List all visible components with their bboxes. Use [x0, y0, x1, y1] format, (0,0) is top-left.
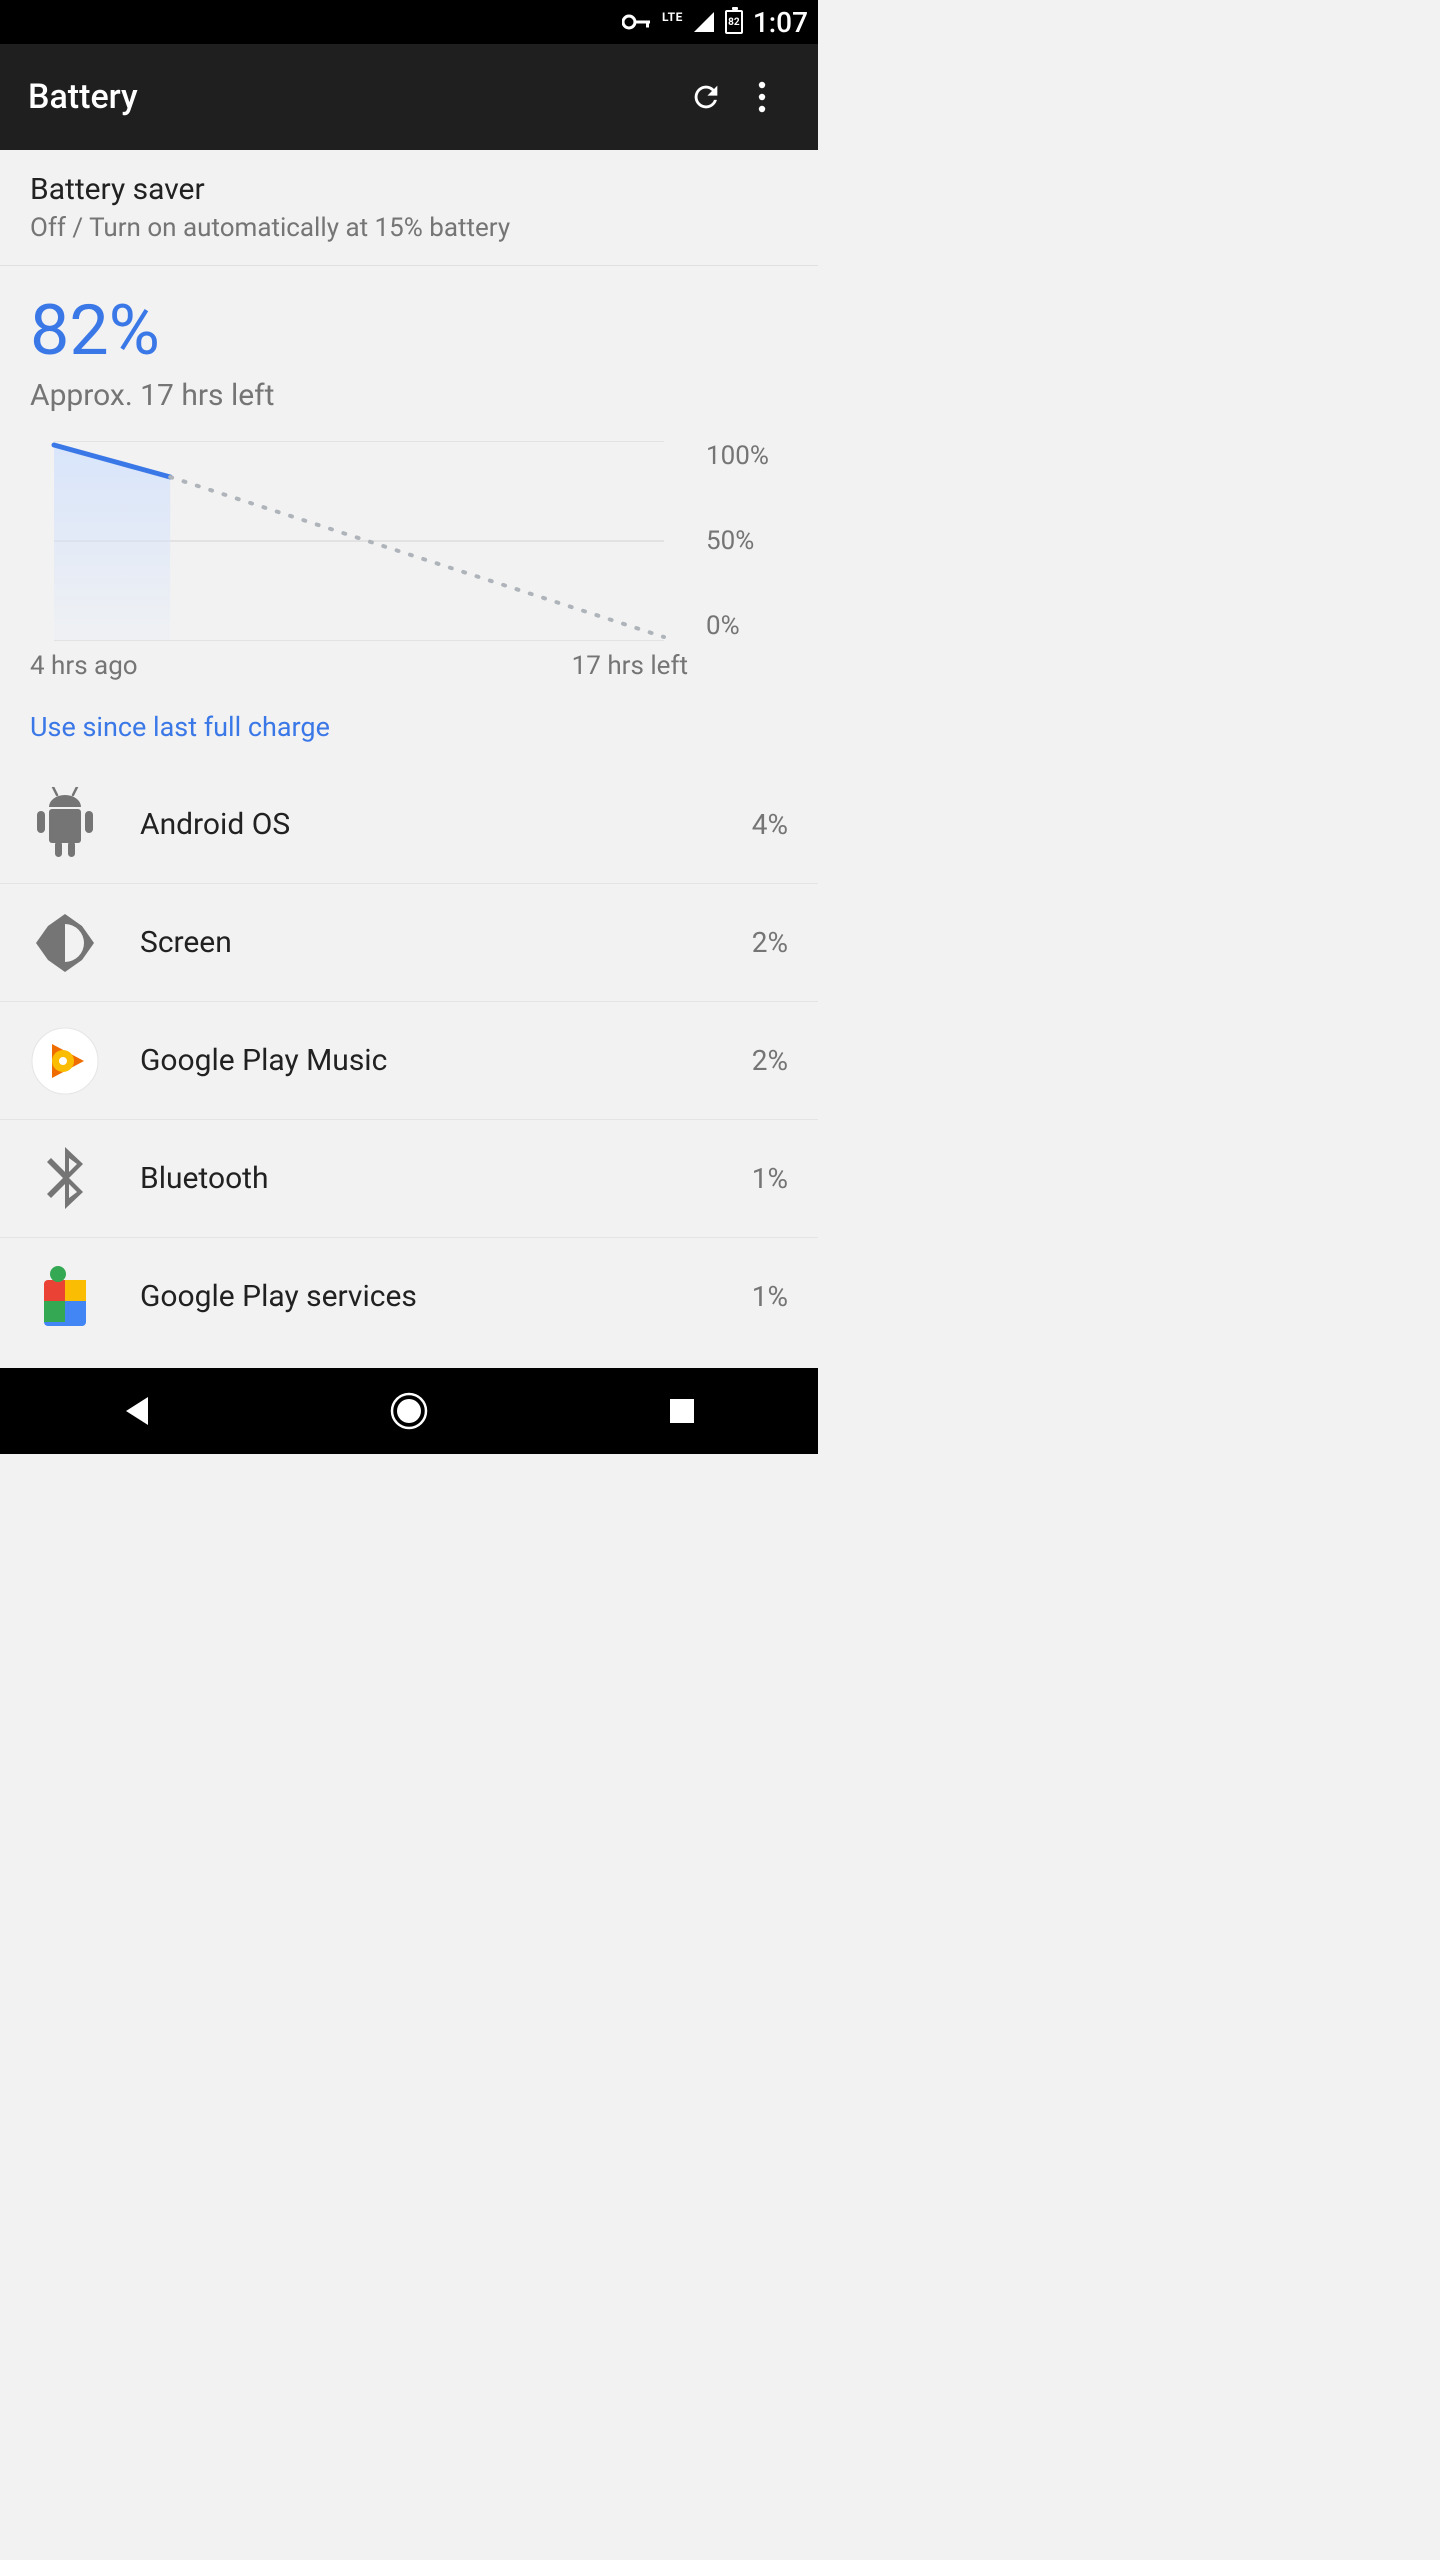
usage-item-label: Bluetooth [140, 1161, 752, 1196]
usage-item-pct: 4% [752, 808, 788, 841]
battery-saver-row[interactable]: Battery saver Off / Turn on automaticall… [0, 150, 818, 266]
play-music-icon [30, 1026, 100, 1096]
usage-item-play-services[interactable]: Google Play services1% [0, 1237, 818, 1355]
nav-recents-button[interactable] [622, 1381, 742, 1441]
network-type-label: LTE [662, 10, 683, 24]
page-title: Battery [28, 77, 678, 117]
home-circle-icon [389, 1391, 429, 1431]
overflow-menu-button[interactable] [734, 69, 790, 125]
battery-summary: 82% Approx. 17 hrs left [0, 266, 818, 423]
usage-section-header: Use since last full charge [0, 681, 818, 765]
more-vert-icon [758, 80, 766, 114]
usage-item-bluetooth[interactable]: Bluetooth1% [0, 1119, 818, 1237]
nav-home-button[interactable] [349, 1381, 469, 1441]
status-bar: LTE 82 1:07 [0, 0, 818, 44]
usage-list: Android OS4%Screen2%Google Play Music2%B… [0, 765, 818, 1355]
chart-y-labels: 100% 50% 0% [688, 441, 788, 641]
clock: 1:07 [753, 6, 808, 39]
usage-item-pct: 2% [752, 926, 788, 959]
usage-item-label: Screen [140, 925, 752, 960]
usage-item-android[interactable]: Android OS4% [0, 765, 818, 883]
app-bar: Battery [0, 44, 818, 150]
back-triangle-icon [122, 1395, 150, 1427]
usage-item-label: Google Play Music [140, 1043, 752, 1078]
vpn-key-icon [622, 14, 652, 30]
chart-xlabel-end: 17 hrs left [572, 651, 688, 681]
usage-item-label: Android OS [140, 807, 752, 842]
chart-ylabel-100: 100% [706, 441, 788, 471]
usage-item-pct: 1% [752, 1280, 788, 1313]
battery-icon-pct: 82 [728, 17, 739, 28]
battery-estimate: Approx. 17 hrs left [30, 378, 788, 413]
chart-ylabel-50: 50% [706, 526, 788, 556]
refresh-button[interactable] [678, 69, 734, 125]
chart-x-labels: 4 hrs ago 17 hrs left [30, 651, 788, 681]
brightness-icon [30, 908, 100, 978]
battery-icon: 82 [725, 10, 743, 34]
play-services-icon [30, 1262, 100, 1332]
usage-item-pct: 1% [752, 1162, 788, 1195]
recents-square-icon [668, 1397, 696, 1425]
battery-saver-subtitle: Off / Turn on automatically at 15% batte… [30, 213, 788, 243]
battery-saver-title: Battery saver [30, 172, 788, 207]
battery-chart-svg [30, 441, 688, 641]
chart-ylabel-0: 0% [706, 611, 788, 641]
usage-item-label: Google Play services [140, 1279, 752, 1314]
signal-icon [693, 11, 715, 33]
refresh-icon [689, 80, 723, 114]
android-icon [30, 789, 100, 859]
content-area: Battery saver Off / Turn on automaticall… [0, 150, 818, 1368]
battery-percent: 82% [30, 290, 788, 372]
usage-item-play-music[interactable]: Google Play Music2% [0, 1001, 818, 1119]
usage-item-brightness[interactable]: Screen2% [0, 883, 818, 1001]
nav-back-button[interactable] [76, 1381, 196, 1441]
usage-item-pct: 2% [752, 1044, 788, 1077]
battery-chart[interactable]: 100% 50% 0% 4 hrs ago 17 hrs left [0, 423, 818, 681]
chart-xlabel-start: 4 hrs ago [30, 651, 138, 681]
bluetooth-icon [30, 1144, 100, 1214]
navigation-bar [0, 1368, 818, 1454]
